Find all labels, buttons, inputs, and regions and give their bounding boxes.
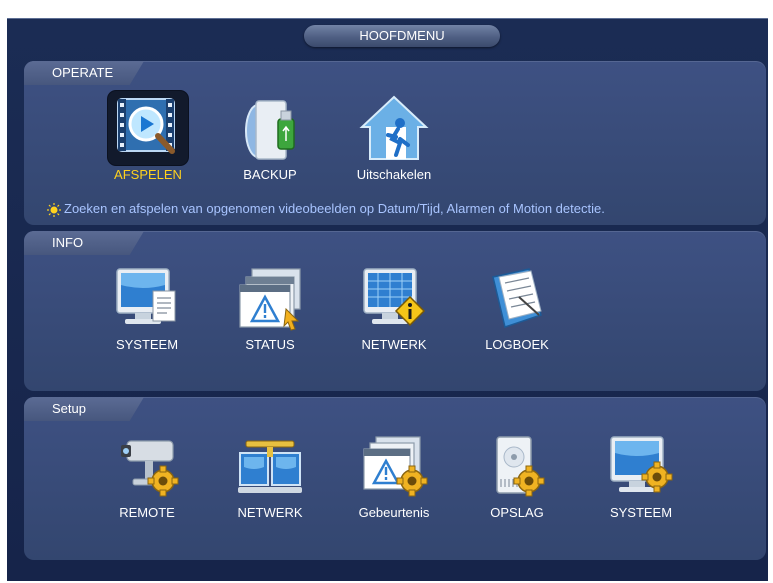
menu-item-label: STATUS (245, 337, 295, 352)
menu-item-netwerk-info[interactable]: NETWERK (344, 261, 444, 352)
menu-item-gebeurtenis[interactable]: Gebeurtenis (344, 429, 444, 520)
menu-item-uitschakelen[interactable]: Uitschakelen (344, 91, 444, 182)
main-menu-window: HOOFDMENU OPERATE AFSPELEN BACKUP Uitsch… (7, 18, 768, 581)
menu-item-netwerk-setup[interactable]: NETWERK (220, 429, 320, 520)
menu-item-remote[interactable]: REMOTE (97, 429, 197, 520)
exit-house-icon (359, 95, 429, 160)
menu-item-label: AFSPELEN (114, 167, 182, 182)
menu-item-label: OPSLAG (490, 505, 544, 520)
video-play-search-icon (117, 98, 175, 154)
monitor-document-icon (116, 268, 176, 324)
menu-item-label: Uitschakelen (356, 167, 432, 182)
menu-item-label: REMOTE (119, 505, 175, 520)
menu-item-backup[interactable]: BACKUP (220, 91, 320, 182)
window-title: HOOFDMENU (304, 25, 500, 47)
status-warning-windows-icon (239, 268, 301, 331)
storage-disk-gear-icon (496, 436, 545, 497)
menu-item-label: LOGBOEK (485, 337, 549, 352)
event-warning-gear-icon (363, 436, 428, 497)
menu-item-systeem-info[interactable]: SYSTEEM (97, 261, 197, 352)
menu-item-systeem-setup[interactable]: SYSTEEM (591, 429, 691, 520)
menu-item-label: NETWERK (237, 505, 303, 520)
lightbulb-icon (47, 202, 61, 217)
menu-item-label: BACKUP (243, 167, 297, 182)
logbook-icon (492, 268, 542, 328)
menu-item-opslag[interactable]: OPSLAG (467, 429, 567, 520)
monitor-info-icon (363, 268, 426, 327)
camera-gear-icon (121, 440, 179, 497)
menu-item-label: Gebeurtenis (358, 505, 430, 520)
panel-info-tab: INFO (24, 231, 144, 255)
panel-operate-tab: OPERATE (24, 61, 144, 85)
menu-item-label: SYSTEEM (609, 505, 673, 520)
disc-usb-backup-icon (245, 100, 295, 160)
menu-item-label: NETWERK (361, 337, 427, 352)
hint-text-row: Zoeken en afspelen van opgenomen videobe… (47, 201, 605, 217)
menu-item-status[interactable]: STATUS (220, 261, 320, 352)
menu-item-label: SYSTEEM (115, 337, 179, 352)
menu-item-afspelen[interactable]: AFSPELEN (98, 91, 198, 182)
hint-text: Zoeken en afspelen van opgenomen videobe… (64, 201, 605, 216)
menu-item-logboek[interactable]: LOGBOEK (467, 261, 567, 352)
monitor-gear-icon (610, 436, 673, 493)
network-gear-icon (238, 440, 302, 493)
panel-setup-tab: Setup (24, 397, 144, 421)
